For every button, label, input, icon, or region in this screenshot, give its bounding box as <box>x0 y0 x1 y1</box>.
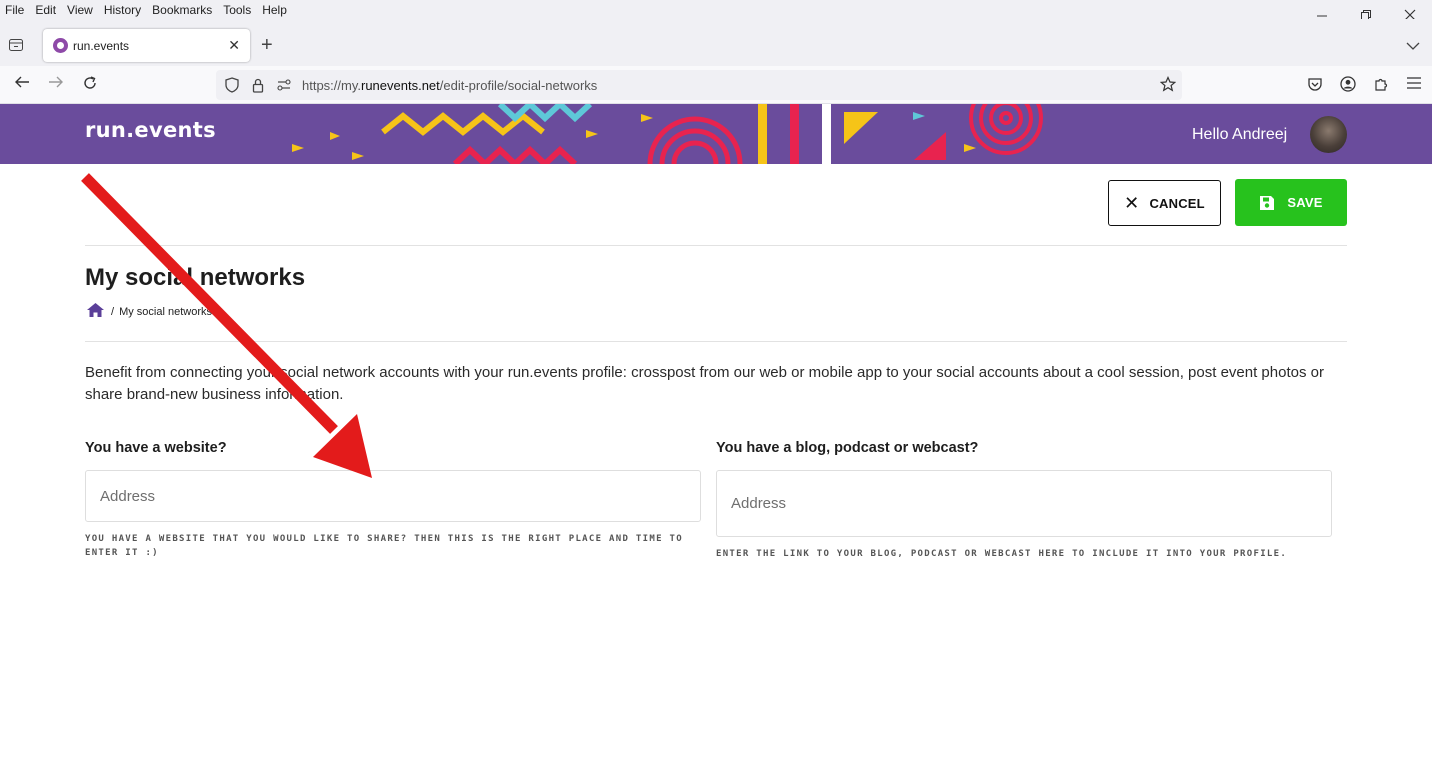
menu-view[interactable]: View <box>61 3 98 17</box>
new-tab-button[interactable]: + <box>261 34 273 57</box>
permissions-icon[interactable] <box>276 79 292 91</box>
reload-icon <box>84 76 96 89</box>
breadcrumb-separator: / <box>111 305 115 318</box>
home-icon[interactable] <box>86 302 105 321</box>
address-bar[interactable]: https://my.runevents.net/edit-profile/so… <box>216 70 1182 100</box>
hamburger-menu-icon[interactable] <box>1406 76 1422 97</box>
breadcrumb-current: My social networks <box>119 305 212 318</box>
avatar[interactable] <box>1310 116 1347 153</box>
chevron-down-icon <box>1406 42 1420 50</box>
intro-text: Benefit from connecting your social netw… <box>85 364 1324 403</box>
back-button[interactable] <box>14 75 30 94</box>
pocket-icon[interactable] <box>1307 76 1323 97</box>
menu-file[interactable]: File <box>0 3 29 17</box>
website-help-text: YOU HAVE A WEBSITE THAT YOU WOULD LIKE T… <box>85 534 683 558</box>
save-disk-icon <box>1260 195 1275 210</box>
menu-tools[interactable]: Tools <box>217 3 256 17</box>
browser-tab-active[interactable]: run.events ✕ <box>43 29 250 62</box>
page-title: My social networks <box>85 264 306 291</box>
blog-label: You have a blog, podcast or webcast? <box>716 440 979 456</box>
forward-button[interactable] <box>48 75 64 94</box>
extensions-icon[interactable] <box>1373 76 1389 97</box>
tabs-overflow-button[interactable] <box>1406 38 1420 56</box>
menu-edit[interactable]: Edit <box>29 3 61 17</box>
website-label: You have a website? <box>85 440 227 456</box>
browser-navbar: https://my.runevents.net/edit-profile/so… <box>0 66 1432 104</box>
account-icon[interactable] <box>1340 76 1356 97</box>
form-toolbar: ✕ CANCEL SAVE <box>85 164 1347 246</box>
breadcrumb: / My social networks <box>86 302 212 321</box>
menu-help[interactable]: Help <box>256 3 292 17</box>
back-arrow-icon <box>15 76 29 88</box>
bookmark-star-icon[interactable] <box>1159 76 1177 97</box>
forward-arrow-icon <box>49 76 63 88</box>
lock-icon[interactable] <box>250 78 266 93</box>
menu-history[interactable]: History <box>98 3 146 17</box>
tab-close-icon[interactable]: ✕ <box>228 37 240 54</box>
shield-icon[interactable] <box>224 77 240 93</box>
save-button[interactable]: SAVE <box>1235 179 1347 226</box>
header-gap <box>822 104 831 164</box>
close-icon: ✕ <box>1124 192 1140 213</box>
user-greeting[interactable]: Hello Andreej <box>1192 126 1287 144</box>
favicon-icon <box>53 38 68 53</box>
browser-menubar: File Edit View History Bookmarks Tools H… <box>0 0 1432 21</box>
blog-help-text: ENTER THE LINK TO YOUR BLOG, PODCAST OR … <box>716 549 1288 559</box>
website-address-input[interactable] <box>85 470 701 522</box>
tab-list-button[interactable] <box>8 38 28 54</box>
tab-list-icon <box>9 39 23 51</box>
section-divider <box>85 341 1347 342</box>
reload-button[interactable] <box>82 75 98 96</box>
menu-bookmarks[interactable]: Bookmarks <box>146 3 217 17</box>
cancel-label: CANCEL <box>1149 195 1205 211</box>
save-label: SAVE <box>1287 195 1323 210</box>
blog-address-input[interactable] <box>716 470 1332 537</box>
url-text[interactable]: https://my.runevents.net/edit-profile/so… <box>302 78 597 93</box>
site-header: run.events Hello Andreej <box>0 104 1432 164</box>
cancel-button[interactable]: ✕ CANCEL <box>1108 180 1221 226</box>
browser-tabbar: run.events ✕ + <box>0 19 1432 66</box>
site-logo[interactable]: run.events <box>85 118 216 142</box>
tab-title: run.events <box>73 38 130 53</box>
